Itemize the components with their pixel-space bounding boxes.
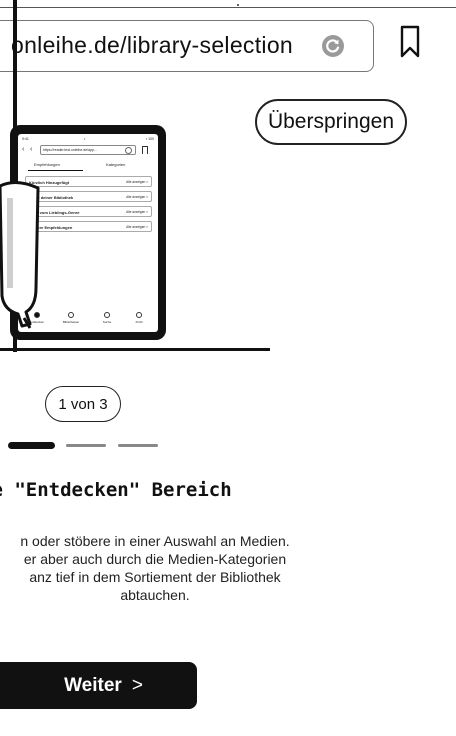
tablet-reload-icon (125, 147, 132, 154)
url-text[interactable]: onleihe.de/library-selection (11, 32, 293, 59)
page-dot-active[interactable] (8, 442, 55, 449)
profile-icon (136, 312, 142, 318)
tablet-row-link: Alle anzeigen > (126, 225, 148, 229)
pointing-hand-illustration (0, 181, 40, 329)
tablet-nav-search: Suche (94, 312, 120, 324)
tablet-row-link: Alle anzeigen > (126, 180, 148, 184)
tablet-status-time: 9:41 (22, 137, 29, 141)
tablet-back-icon: ‹ (22, 146, 25, 153)
tablet-nav-libraries: Bibliotheken (58, 312, 84, 324)
tablet-url-field: https://reader.test.onleihe.de/app… (40, 145, 136, 155)
tablet-bookmark-icon (142, 146, 148, 154)
tablet-row-link: Alle anzeigen > (126, 210, 148, 214)
page-dot[interactable] (118, 444, 158, 447)
description-line: anz tief in dem Sortiement der Bibliothe… (29, 569, 281, 585)
tablet-status-bar: 9:41 • ▪ 100 (18, 137, 158, 141)
description-line: abtauchen. (120, 587, 190, 603)
table-surface-line (0, 348, 270, 351)
tablet-tab-recommendations: Empfehlungen (34, 162, 60, 167)
bookmark-icon[interactable] (400, 25, 420, 59)
tablet-url-text: https://reader.test.onleihe.de/app… (43, 148, 98, 152)
tablet-nav-label: Suche (102, 320, 112, 324)
section-heading: ue "Entdecken" Bereich (0, 479, 232, 501)
page-counter: 1 von 3 (45, 386, 121, 422)
tablet-nav-profile: Profil (126, 312, 152, 324)
search-icon (104, 312, 110, 318)
tablet-tab-indicator (28, 170, 83, 172)
tablet-tabs: Empfehlungen Kategorien (18, 161, 158, 172)
tablet-nav-label: Bibliotheken (62, 320, 80, 324)
tablet-nav-label: Profil (135, 320, 143, 324)
page-indicator (0, 442, 200, 450)
description-text: n oder stöbere in einer Auswahl an Medie… (0, 532, 430, 604)
skip-button[interactable]: Überspringen (255, 99, 407, 145)
top-tick-mark (237, 4, 239, 6)
url-bar[interactable]: onleihe.de/library-selection (0, 20, 374, 72)
reload-icon[interactable] (321, 34, 345, 58)
library-icon (68, 312, 74, 318)
tablet-row-link: Alle anzeigen > (126, 195, 148, 199)
tablet-status-center: • (84, 137, 86, 141)
next-button-label: Weiter (64, 674, 122, 696)
onboarding-screen: onleihe.de/library-selection Überspringe… (0, 0, 456, 736)
next-button[interactable]: Weiter > (0, 662, 197, 709)
description-line: er aber auch durch die Medien-Kategorien (23, 551, 287, 567)
tablet-nav-bar: ‹ ‹ https://reader.test.onleihe.de/app… (20, 145, 156, 157)
tablet-tab-categories: Kategorien (106, 162, 126, 167)
description-line: n oder stöbere in einer Auswahl an Medie… (20, 533, 290, 549)
top-divider (0, 7, 456, 8)
page-dot[interactable] (66, 444, 106, 447)
tablet-status-battery: ▪ 100 (145, 137, 154, 141)
chevron-right-icon: > (131, 674, 143, 696)
tablet-forward-icon: ‹ (30, 146, 33, 153)
